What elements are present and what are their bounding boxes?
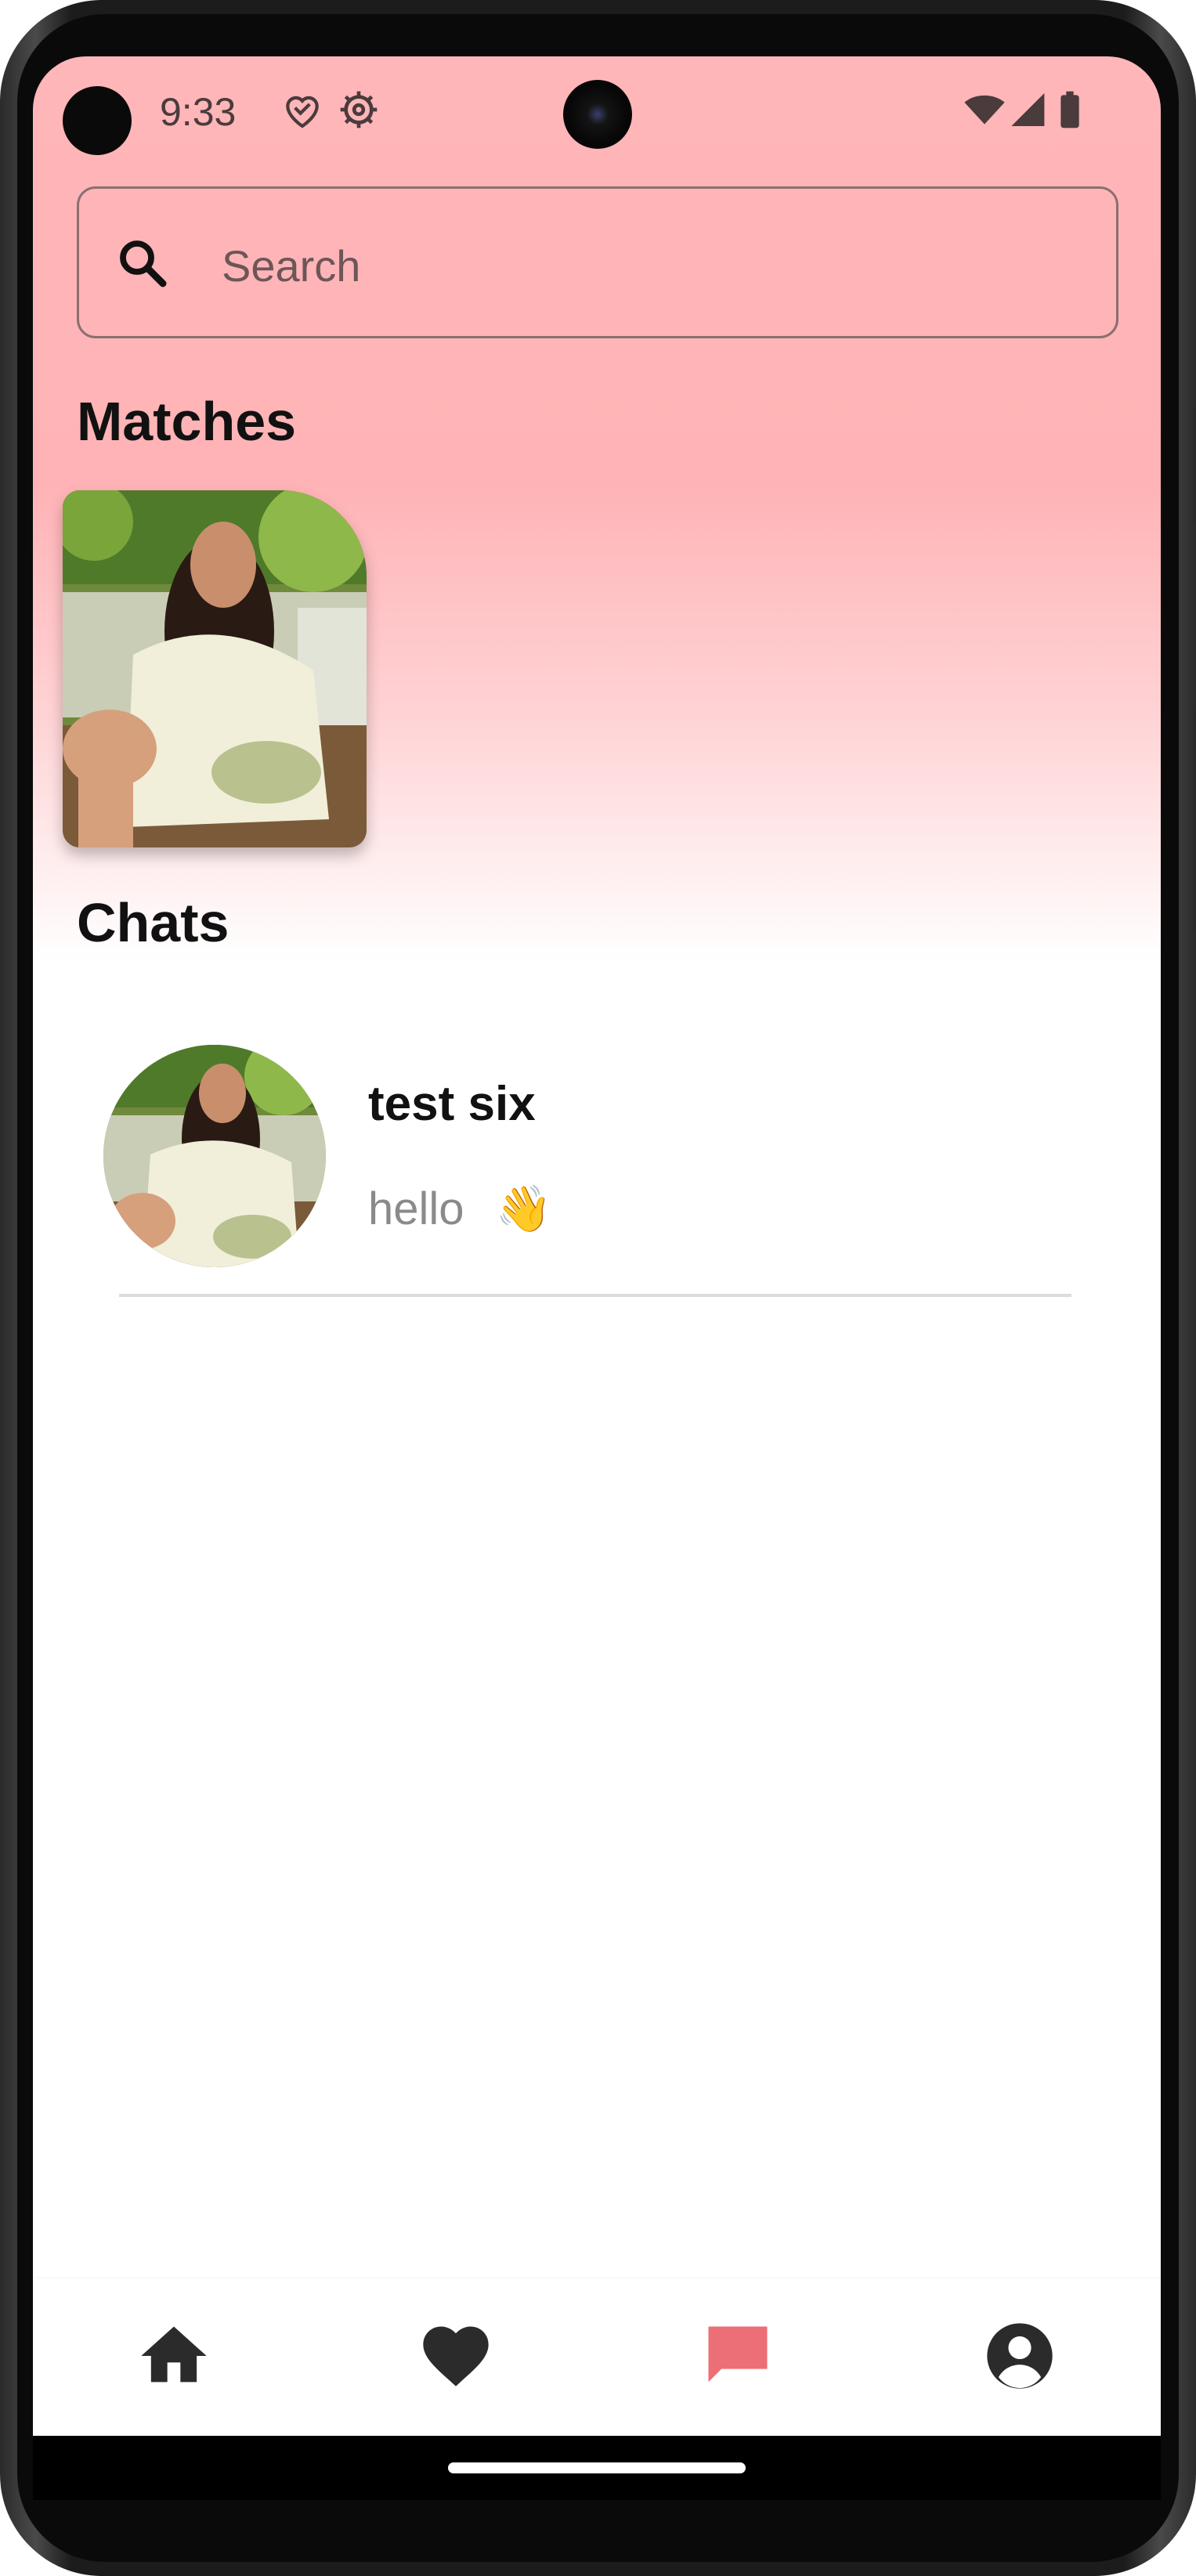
match-photo (63, 490, 367, 847)
app-screen: 9:33 Matches (33, 56, 1161, 2437)
avatar[interactable] (103, 1045, 326, 1267)
bottom-navigation (33, 2279, 1161, 2436)
chat-list-item[interactable]: test six hello 👋 (103, 1045, 1082, 1280)
heart-shield-icon (286, 96, 319, 128)
match-card[interactable] (63, 490, 367, 847)
front-camera (563, 80, 632, 149)
search-icon[interactable] (114, 234, 170, 291)
chats-heading: Chats (77, 892, 229, 953)
chat-icon[interactable] (699, 2317, 777, 2395)
waving-hand-emoji: 👋 (495, 1183, 552, 1234)
account-icon[interactable] (981, 2317, 1059, 2395)
home-icon[interactable] (135, 2317, 213, 2395)
gear-icon (340, 91, 378, 128)
battery-icon (1061, 91, 1079, 128)
status-time: 9:33 (160, 90, 237, 134)
status-bar: 9:33 (33, 56, 1161, 166)
status-dot (63, 86, 132, 155)
chat-preview-text: hello (368, 1183, 464, 1234)
volume-rocker (1193, 705, 1196, 932)
avatar-photo (103, 1045, 326, 1267)
matches-heading: Matches (77, 391, 297, 452)
search-input[interactable] (220, 222, 1085, 309)
chat-divider (119, 1294, 1071, 1297)
signal-icon (1011, 93, 1045, 126)
chat-last-message: hello 👋 (368, 1183, 552, 1236)
chat-contact-name: test six (368, 1077, 536, 1131)
home-gesture-handle[interactable] (448, 2462, 746, 2473)
wifi-icon (964, 95, 1005, 125)
power-button (1193, 407, 1196, 525)
heart-icon[interactable] (417, 2317, 495, 2395)
search-bar[interactable] (77, 186, 1118, 338)
